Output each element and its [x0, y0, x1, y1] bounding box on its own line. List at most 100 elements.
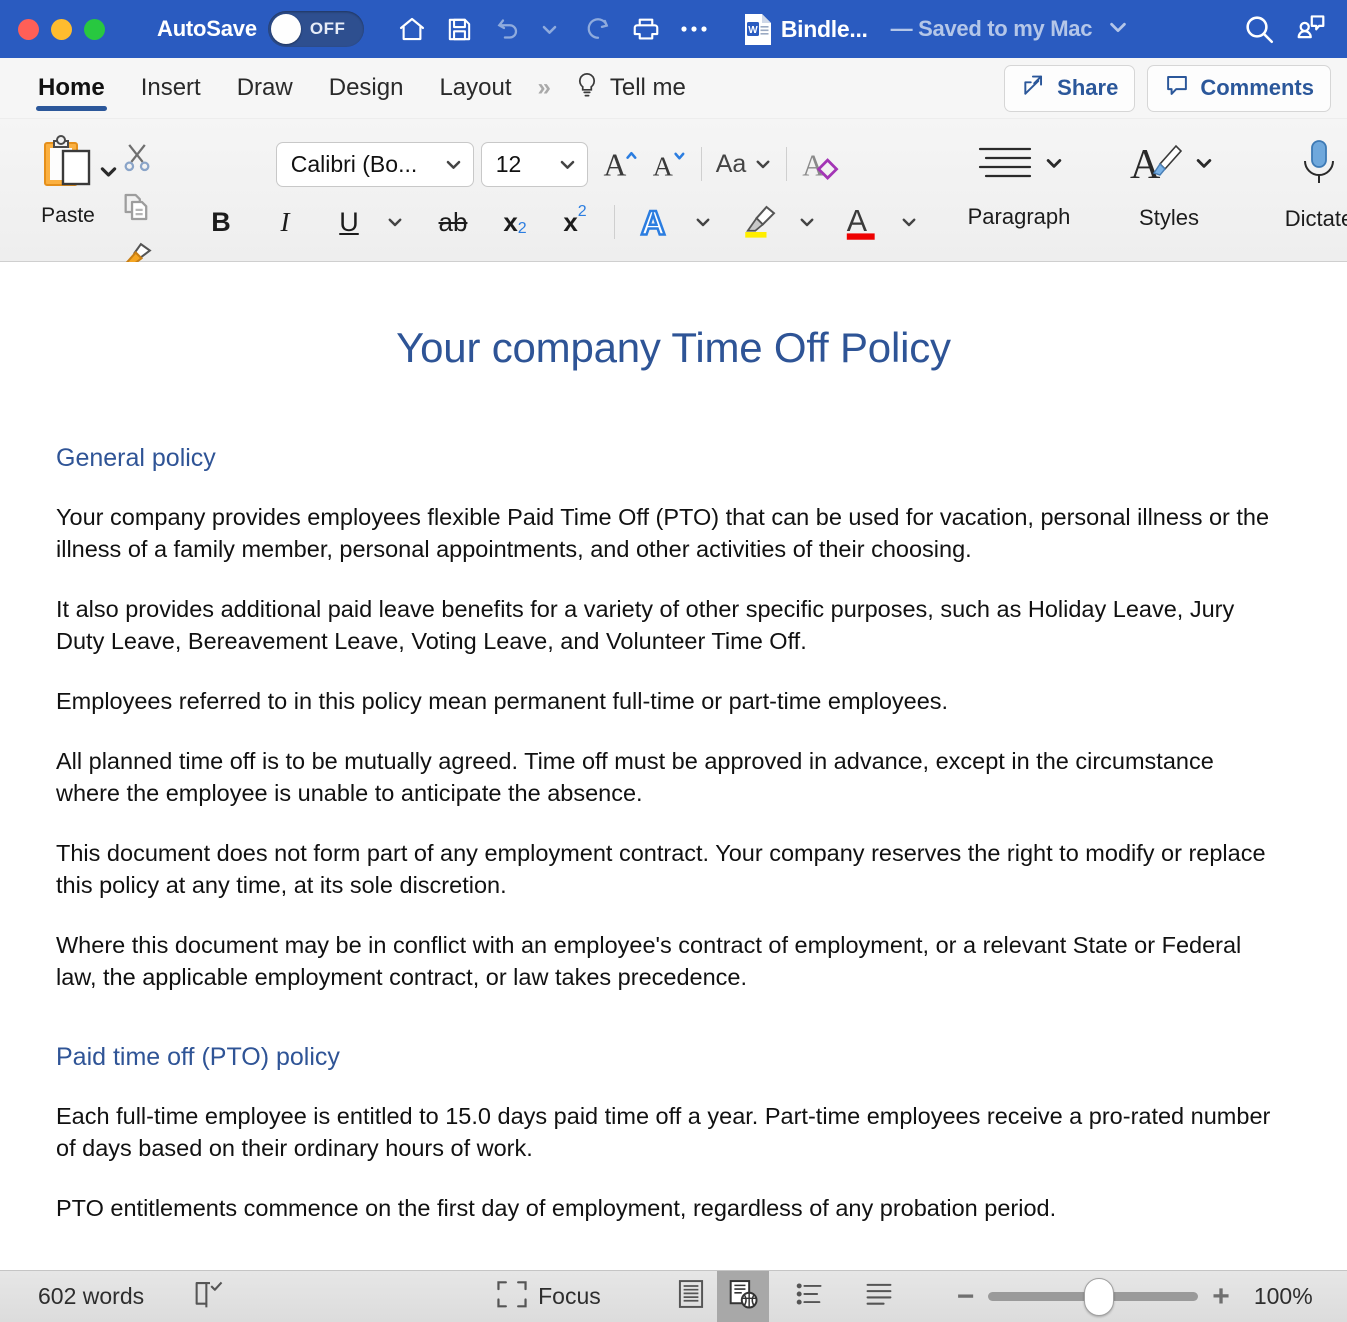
- styles-dropdown-icon[interactable]: [1194, 153, 1214, 178]
- superscript-button[interactable]: x2: [552, 198, 598, 246]
- paragraph: Your company provides employees flexible…: [56, 504, 1270, 562]
- bold-label: B: [211, 206, 231, 237]
- document-name[interactable]: Bindle...: [781, 16, 868, 43]
- subscript-button[interactable]: x2: [492, 198, 538, 246]
- grow-font-icon: A: [603, 147, 637, 182]
- highlight-dropdown-icon[interactable]: [784, 198, 830, 246]
- svg-text:A: A: [641, 205, 666, 241]
- minimize-window-button[interactable]: [51, 18, 72, 40]
- font-row-bottom: B I U ab x2 x2 A A: [188, 198, 932, 246]
- underline-dropdown-icon[interactable]: [372, 198, 418, 246]
- ribbon-overflow-icon[interactable]: »: [530, 74, 559, 102]
- tab-insert[interactable]: Insert: [123, 58, 219, 118]
- paragraph-icon-row: [974, 139, 1064, 192]
- underline-button[interactable]: U: [326, 198, 372, 246]
- redo-icon[interactable]: [576, 8, 620, 50]
- section-heading-pto-policy: Paid time off (PTO) policy: [56, 1043, 340, 1071]
- paragraph-group[interactable]: Paragraph: [944, 125, 1094, 243]
- zoom-slider[interactable]: [988, 1277, 1199, 1316]
- web-layout-icon: [727, 1278, 759, 1315]
- paste-dropdown-icon[interactable]: [98, 161, 119, 187]
- print-layout-icon: [676, 1278, 706, 1315]
- home-icon[interactable]: [390, 8, 434, 50]
- cut-button[interactable]: [114, 135, 160, 183]
- lightbulb-icon: [573, 71, 601, 106]
- styles-icon: A: [1124, 138, 1186, 193]
- clear-formatting-button[interactable]: A: [796, 140, 844, 188]
- undo-dropdown-icon[interactable]: [528, 8, 572, 50]
- tab-design[interactable]: Design: [311, 58, 422, 118]
- clipboard-small-buttons: [114, 125, 160, 283]
- autosave-toggle-knob: [270, 14, 301, 44]
- superscript-base: x: [563, 206, 578, 237]
- copy-icon: [120, 190, 154, 229]
- highlight-button[interactable]: [734, 198, 784, 246]
- maximize-window-button[interactable]: [84, 18, 105, 40]
- ribbon-tab-bar: Home Insert Draw Design Layout » Tell me: [0, 58, 1347, 119]
- svg-text:A: A: [1130, 142, 1161, 188]
- tab-home[interactable]: Home: [20, 58, 123, 118]
- web-layout-button[interactable]: [716, 1270, 769, 1322]
- outline-view-button[interactable]: [783, 1271, 835, 1322]
- save-location-dropdown-icon[interactable]: [1107, 16, 1129, 43]
- styles-label: Styles: [1139, 204, 1199, 230]
- text-effects-button[interactable]: A: [632, 198, 680, 246]
- strikethrough-button[interactable]: ab: [430, 198, 476, 246]
- more-icon[interactable]: [672, 8, 716, 50]
- zoom-level-label[interactable]: 100%: [1254, 1283, 1313, 1310]
- paragraph: This document does not form part of any …: [56, 840, 1266, 898]
- document-save-state: — Saved to my Mac: [890, 16, 1093, 41]
- font-name-combo[interactable]: Calibri (Bo...: [275, 141, 474, 187]
- styles-icon-row: A: [1124, 138, 1214, 193]
- grow-font-button[interactable]: A: [596, 140, 644, 188]
- comments-button[interactable]: Comments: [1147, 64, 1331, 112]
- word-count-label[interactable]: 602 words: [38, 1283, 144, 1310]
- undo-icon[interactable]: [486, 8, 530, 50]
- share-icon: [1021, 72, 1047, 104]
- paragraph: Employees referred to in this policy mea…: [56, 688, 949, 714]
- focus-icon: [496, 1279, 528, 1314]
- highlighter-icon: [745, 205, 776, 238]
- document-page[interactable]: Your company Time Off Policy General pol…: [0, 262, 1347, 1224]
- shrink-font-icon: A: [653, 151, 685, 182]
- paragraph-label: Paragraph: [967, 203, 1071, 229]
- document-canvas[interactable]: Your company Time Off Policy General pol…: [0, 262, 1347, 1270]
- dictate-group[interactable]: Dictate: [1244, 125, 1347, 243]
- tab-layout[interactable]: Layout: [421, 58, 529, 118]
- font-color-dropdown-icon[interactable]: [886, 198, 932, 246]
- focus-button[interactable]: Focus: [486, 1279, 611, 1314]
- share-button[interactable]: Share: [1004, 64, 1136, 112]
- paragraph-align-icon: [974, 139, 1036, 192]
- print-layout-button[interactable]: [665, 1271, 717, 1322]
- font-row-top: Calibri (Bo... 12 A A Aa A: [275, 140, 845, 188]
- paragraph-dropdown-icon[interactable]: [1044, 153, 1064, 178]
- paragraph: PTO entitlements commence on the first d…: [56, 1195, 1057, 1221]
- zoom-in-button[interactable]: +: [1212, 1281, 1230, 1312]
- font-size-combo[interactable]: 12: [480, 141, 588, 187]
- zoom-out-button[interactable]: −: [957, 1281, 975, 1312]
- search-icon[interactable]: [1237, 8, 1281, 50]
- text-effects-dropdown-icon[interactable]: [680, 198, 726, 246]
- clear-formatting-icon: A: [803, 148, 839, 182]
- draft-view-button[interactable]: [853, 1271, 905, 1322]
- collaborate-icon[interactable]: [1289, 8, 1333, 50]
- scissors-icon: [120, 140, 154, 179]
- save-icon[interactable]: [438, 8, 482, 50]
- dictate-icon-row: [1294, 137, 1344, 194]
- tell-me-button[interactable]: Tell me: [559, 71, 696, 106]
- shrink-font-button[interactable]: A: [644, 140, 692, 188]
- styles-group[interactable]: A Styles: [1094, 125, 1244, 243]
- italic-button[interactable]: I: [262, 198, 308, 246]
- copy-button[interactable]: [114, 185, 160, 233]
- print-icon[interactable]: [624, 8, 668, 50]
- strikethrough-label: ab: [438, 206, 468, 237]
- zoom-slider-thumb[interactable]: [1084, 1277, 1115, 1316]
- tab-draw[interactable]: Draw: [219, 58, 311, 118]
- change-case-button[interactable]: Aa: [711, 140, 778, 188]
- close-window-button[interactable]: [18, 18, 39, 40]
- bold-button[interactable]: B: [198, 198, 244, 246]
- svg-text:A: A: [653, 151, 673, 182]
- proofing-button[interactable]: [184, 1271, 236, 1322]
- font-color-button[interactable]: A: [838, 198, 886, 246]
- autosave-toggle[interactable]: OFF: [267, 11, 364, 47]
